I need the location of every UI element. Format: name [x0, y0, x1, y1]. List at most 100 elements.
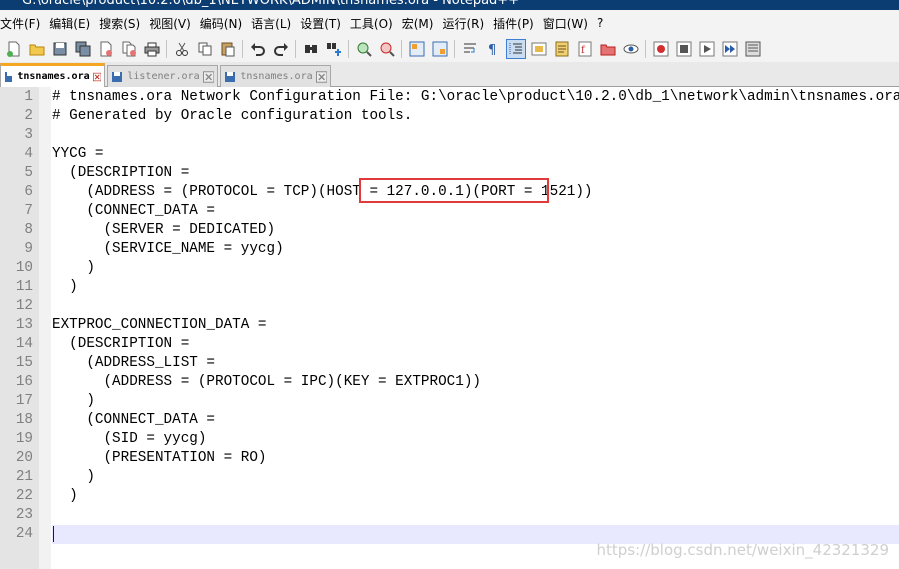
line-number: 14: [15, 336, 33, 352]
line-number: 5: [24, 165, 33, 181]
print-icon[interactable]: [143, 40, 161, 58]
toolbar-separator: [166, 40, 167, 58]
copy-icon[interactable]: [196, 40, 214, 58]
line-number: 2: [24, 108, 33, 124]
code-line: (ADDRESS_LIST =: [52, 355, 216, 371]
line-number: 17: [15, 393, 33, 409]
line-number: 9: [24, 241, 33, 257]
save-macro-icon[interactable]: [744, 40, 762, 58]
new-file-icon[interactable]: [5, 40, 23, 58]
tab-listener-ora[interactable]: listener.ora: [107, 65, 218, 87]
line-number: 11: [15, 279, 33, 295]
replace-icon[interactable]: [325, 40, 343, 58]
monitoring-icon[interactable]: [622, 40, 640, 58]
line-number: 4: [24, 146, 33, 162]
indent-guide-icon[interactable]: [505, 39, 526, 59]
code-line: (SID = yycg): [52, 431, 207, 447]
fold-margin: [39, 87, 51, 569]
redo-icon[interactable]: [272, 40, 290, 58]
run-macro-multiple-icon[interactable]: [721, 40, 739, 58]
menu-search[interactable]: 搜索(S): [97, 15, 147, 32]
code-line: YYCG =: [52, 146, 104, 162]
zoom-out-icon[interactable]: [378, 40, 396, 58]
menu-bar: 文件(F) 编辑(E) 搜索(S) 视图(V) 编码(N) 语言(L) 设置(T…: [0, 10, 899, 36]
code-line: ): [52, 488, 78, 504]
host-highlight-box: [359, 178, 549, 203]
menu-language[interactable]: 语言(L): [249, 15, 298, 32]
stop-record-icon[interactable]: [675, 40, 693, 58]
toolbar-separator: [454, 40, 455, 58]
open-file-icon[interactable]: [28, 40, 46, 58]
folder-as-workspace-icon[interactable]: [599, 40, 617, 58]
menu-window[interactable]: 窗口(W): [541, 15, 595, 32]
text-caret: [53, 526, 54, 542]
saved-file-icon: [5, 71, 13, 82]
close-icon[interactable]: [92, 71, 101, 83]
close-icon[interactable]: [315, 70, 327, 83]
undo-icon[interactable]: [249, 40, 267, 58]
line-number: 22: [15, 488, 33, 504]
menu-tools[interactable]: 工具(O): [348, 15, 400, 32]
user-defined-language-icon[interactable]: [530, 40, 548, 58]
line-number: 8: [24, 222, 33, 238]
sync-horizontal-icon[interactable]: [431, 40, 449, 58]
text-editor[interactable]: 1 # tnsnames.ora Network Configuration Fi…: [0, 87, 899, 569]
title-bar: G:\oracle\product\10.2.0\db_1\NETWORK\AD…: [0, 0, 899, 10]
code-line: ): [52, 393, 95, 409]
record-macro-icon[interactable]: [652, 40, 670, 58]
line-number: 12: [15, 298, 33, 314]
line-number: 7: [24, 203, 33, 219]
line-number: 19: [15, 431, 33, 447]
code-line: (PRESENTATION = RO): [52, 450, 267, 466]
code-line: ): [52, 260, 95, 276]
menu-view[interactable]: 视图(V): [147, 15, 198, 32]
tab-tnsnames-ora[interactable]: tnsnames.ora: [0, 63, 105, 87]
save-all-icon[interactable]: [74, 40, 92, 58]
line-number: 16: [15, 374, 33, 390]
code-line: # tnsnames.ora Network Configuration Fil…: [52, 89, 899, 105]
paste-icon[interactable]: [219, 40, 237, 58]
code-line: (CONNECT_DATA =: [52, 203, 216, 219]
show-all-chars-icon[interactable]: ¶: [484, 40, 502, 58]
menu-plugins[interactable]: 插件(P): [491, 15, 541, 32]
menu-encoding[interactable]: 编码(N): [198, 15, 249, 32]
sync-vertical-icon[interactable]: [408, 40, 426, 58]
code-area[interactable]: 1 # tnsnames.ora Network Configuration Fi…: [16, 88, 899, 544]
code-line: (DESCRIPTION =: [52, 336, 190, 352]
toolbar-separator: [242, 40, 243, 58]
doc-map-icon[interactable]: [553, 40, 571, 58]
toolbar-separator: [645, 40, 646, 58]
toolbar-separator: [295, 40, 296, 58]
line-number: 21: [15, 469, 33, 485]
menu-file[interactable]: 文件(F): [0, 15, 47, 32]
menu-run[interactable]: 运行(R): [440, 15, 491, 32]
toolbar: ¶ f: [0, 36, 899, 62]
function-list-icon[interactable]: f: [576, 40, 594, 58]
code-line: (DESCRIPTION =: [52, 165, 190, 181]
menu-settings[interactable]: 设置(T): [298, 15, 348, 32]
zoom-in-icon[interactable]: [355, 40, 373, 58]
menu-macro[interactable]: 宏(M): [400, 15, 441, 32]
line-number: 24: [15, 526, 33, 542]
tab-tnsnames-ora-2[interactable]: tnsnames.ora: [220, 65, 331, 87]
line-number: 1: [24, 89, 33, 105]
line-number: 10: [15, 260, 33, 276]
find-icon[interactable]: [302, 40, 320, 58]
tab-label: listener.ora: [127, 71, 200, 82]
line-number: 23: [15, 507, 33, 523]
window-title: G:\oracle\product\10.2.0\db_1\NETWORK\AD…: [22, 0, 520, 8]
play-macro-icon[interactable]: [698, 40, 716, 58]
menu-help[interactable]: ?: [595, 16, 610, 30]
code-line: # Generated by Oracle configuration tool…: [52, 108, 413, 124]
cut-icon[interactable]: [173, 40, 191, 58]
menu-edit[interactable]: 编辑(E): [47, 15, 97, 32]
save-icon[interactable]: [51, 40, 69, 58]
word-wrap-icon[interactable]: [461, 40, 479, 58]
line-number: 6: [24, 184, 33, 200]
close-icon[interactable]: [97, 40, 115, 58]
close-all-icon[interactable]: [120, 40, 138, 58]
toolbar-separator: [348, 40, 349, 58]
code-line: (SERVICE_NAME = yycg): [52, 241, 284, 257]
line-number: 3: [24, 127, 33, 143]
close-icon[interactable]: [202, 70, 214, 83]
